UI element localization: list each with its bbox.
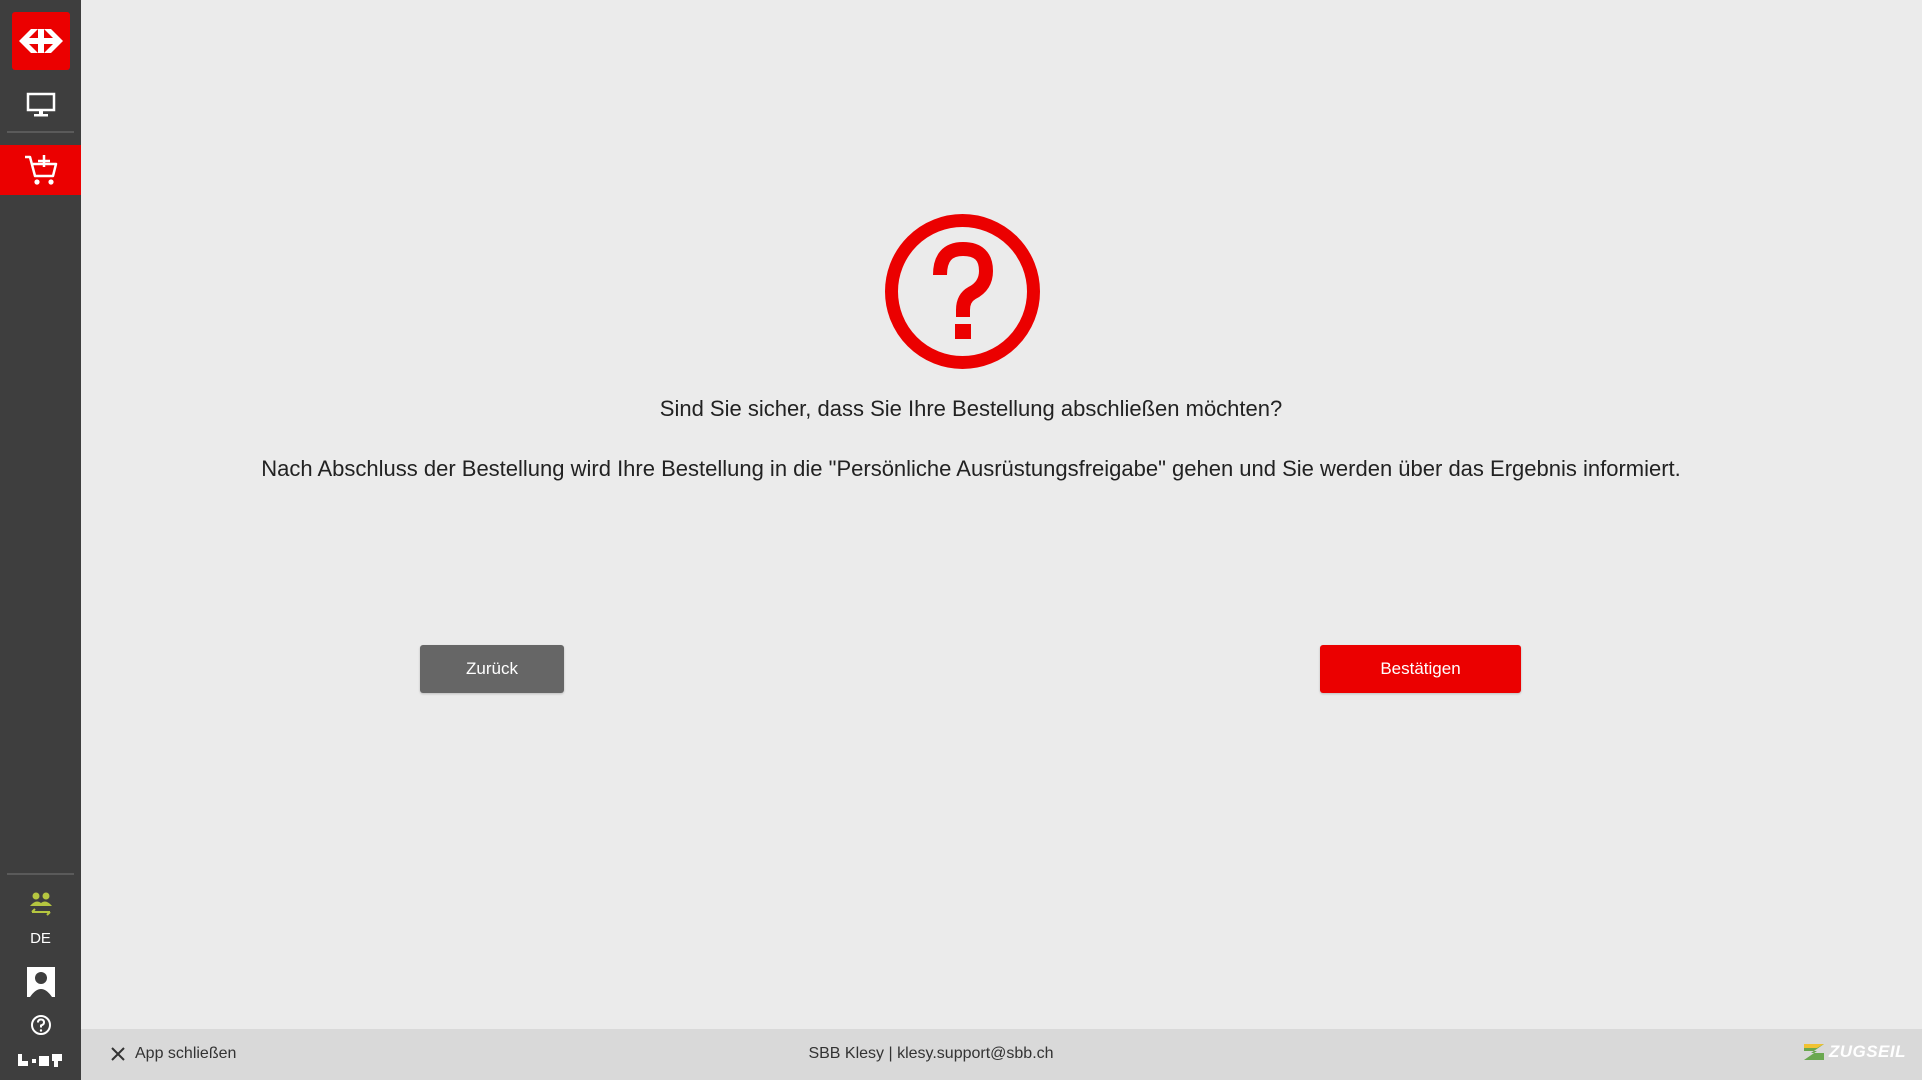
- dialog-title: Sind Sie sicher, dass Sie Ihre Bestellun…: [659, 396, 1283, 421]
- confirm-button[interactable]: Bestätigen: [1320, 645, 1521, 693]
- sbb-logo[interactable]: [12, 12, 70, 70]
- team-switch-icon: [29, 892, 52, 916]
- sidebar-divider: [7, 131, 74, 133]
- team-switch-button[interactable]: [0, 891, 81, 919]
- sidebar-item-cart[interactable]: [0, 145, 81, 195]
- sbb-logo-icon: [19, 29, 63, 53]
- sidebar: DE: [0, 0, 81, 1080]
- footer: App schließen SBB Klesy | klesy.support@…: [81, 1029, 1922, 1080]
- language-selector[interactable]: DE: [0, 930, 81, 947]
- company-logo-icon: [17, 1054, 62, 1067]
- dialog-message: Nach Abschluss der Bestellung wird Ihre …: [261, 456, 1681, 481]
- question-circle-icon: [885, 214, 1040, 369]
- zugseil-brand-text: ZUGSEIL: [1828, 1042, 1906, 1061]
- monitor-icon: [26, 92, 55, 117]
- user-avatar-icon: [26, 967, 55, 997]
- user-profile-button[interactable]: [0, 967, 81, 997]
- cart-add-icon: [24, 155, 57, 185]
- confirmation-dialog: Sind Sie sicher, dass Sie Ihre Bestellun…: [81, 0, 1922, 1029]
- back-button[interactable]: Zurück: [420, 645, 564, 693]
- footer-contact: SBB Klesy | klesy.support@sbb.ch: [808, 1045, 1054, 1062]
- help-icon: [30, 1015, 51, 1035]
- sidebar-divider-bottom: [7, 873, 74, 875]
- zugseil-logo: ZUGSEIL: [1803, 1042, 1906, 1062]
- zugseil-logo-icon: [1803, 1044, 1824, 1060]
- help-button[interactable]: [0, 1014, 81, 1036]
- company-logo: [0, 1052, 81, 1068]
- sidebar-item-monitor[interactable]: [0, 80, 81, 130]
